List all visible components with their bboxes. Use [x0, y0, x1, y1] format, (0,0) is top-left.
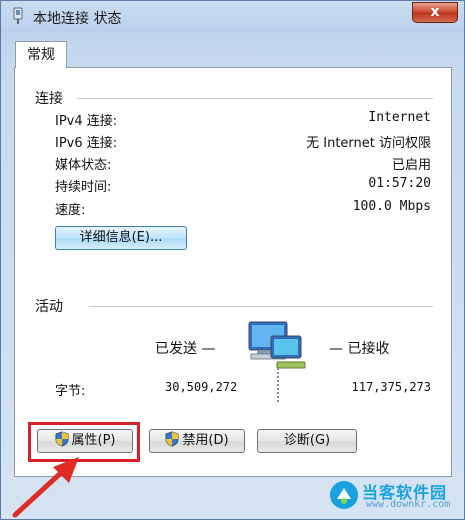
- window-title: 本地连接 状态: [33, 11, 122, 27]
- close-button[interactable]: x: [412, 2, 458, 23]
- network-status-window: 本地连接 状态 x 常规 连接 IPv4 连接: Internet IPv6 连…: [0, 0, 465, 520]
- ipv4-value: Internet: [368, 110, 431, 125]
- red-arrow-annotation: [12, 457, 79, 518]
- ipv6-label: IPv6 连接:: [55, 136, 118, 151]
- connection-section-title: 连接: [35, 91, 63, 107]
- uac-shield-icon: [165, 431, 179, 447]
- speed-label: 速度:: [55, 203, 86, 218]
- title-bar[interactable]: 本地连接 状态 x: [1, 1, 464, 31]
- received-label: — 已接收: [329, 341, 390, 357]
- details-button[interactable]: 详细信息(E)...: [55, 226, 187, 250]
- network-computers-icon: [248, 321, 306, 402]
- watermark-logo-icon: [330, 481, 358, 509]
- sent-label: 已发送 —: [155, 341, 216, 357]
- tab-general[interactable]: 常规: [15, 41, 67, 68]
- disable-button-label: 禁用(D): [182, 433, 229, 448]
- watermark: 当客软件园 www.downkr.com: [328, 477, 456, 513]
- network-connection-icon: [13, 7, 23, 24]
- media-state-label: 媒体状态:: [55, 158, 112, 173]
- ipv6-value: 无 Internet 访问权限: [306, 136, 431, 151]
- bytes-sent: 30,509,272: [165, 380, 238, 394]
- ipv4-label: IPv4 连接:: [55, 114, 118, 129]
- general-panel: 连接 IPv4 连接: Internet IPv6 连接: 无 Internet…: [14, 67, 452, 477]
- duration-value: 01:57:20: [368, 176, 431, 191]
- media-state-value: 已启用: [391, 158, 431, 173]
- bytes-label: 字节:: [55, 384, 86, 399]
- diagnose-button[interactable]: 诊断(G): [257, 429, 357, 453]
- connection-divider: [77, 98, 433, 99]
- duration-label: 持续时间:: [55, 180, 112, 195]
- speed-value: 100.0 Mbps: [352, 199, 431, 214]
- activity-section-title: 活动: [35, 299, 63, 315]
- bytes-received: 117,375,273: [351, 380, 431, 394]
- disable-button[interactable]: 禁用(D): [149, 429, 245, 453]
- activity-divider: [89, 306, 433, 307]
- watermark-url: www.downkr.com: [366, 499, 451, 510]
